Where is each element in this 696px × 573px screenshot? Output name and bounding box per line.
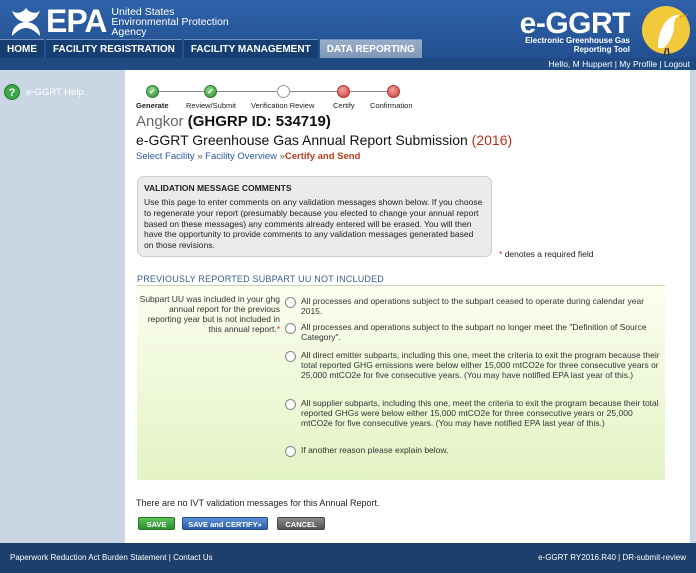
required-star: * xyxy=(499,249,503,259)
reason-radio[interactable] xyxy=(285,297,296,308)
save-and-certify-button[interactable]: SAVE and CERTIFY» xyxy=(182,517,268,530)
step-certify-circle-icon xyxy=(337,85,350,98)
my-profile-link[interactable]: My Profile xyxy=(619,59,657,69)
sidebar xyxy=(0,70,125,543)
help-label[interactable]: e-GGRT Help xyxy=(26,87,84,98)
tab-home[interactable]: HOME xyxy=(0,39,44,58)
step-confirmation-circle-icon xyxy=(387,85,400,98)
breadcrumb-select-facility[interactable]: Select Facility xyxy=(136,151,195,162)
reason-radio[interactable] xyxy=(285,323,296,334)
subpart-uu-question: Subpart UU was included in your ghg annu… xyxy=(137,294,280,334)
epa-flower-icon xyxy=(12,8,40,36)
right-border xyxy=(690,70,696,543)
breadcrumb-separator: » xyxy=(276,151,285,162)
reason-option[interactable]: All processes and operations subject to … xyxy=(285,296,666,316)
reason-radio[interactable] xyxy=(285,446,296,457)
contact-link[interactable]: Contact Us xyxy=(173,553,213,562)
step-connector xyxy=(290,91,337,92)
help-icon: ? xyxy=(4,84,20,100)
app-subtitle-line: Reporting Tool xyxy=(573,45,630,54)
breadcrumb-separator: » xyxy=(194,151,206,162)
required-field-note: * denotes a required field xyxy=(499,249,594,259)
paperwork-link[interactable]: Paperwork Reduction Act Burden Statement xyxy=(10,553,167,562)
reason-text: All supplier subparts, including this on… xyxy=(301,398,659,428)
required-star: * xyxy=(276,324,280,334)
epa-logo[interactable]: EPA United States Environmental Protecti… xyxy=(8,3,229,39)
step-connector xyxy=(350,91,387,92)
breadcrumb-facility-overview[interactable]: Facility Overview xyxy=(205,151,277,162)
agency-name: United States Environmental Protection A… xyxy=(111,7,228,38)
cancel-button[interactable]: CANCEL xyxy=(277,517,325,530)
step-label-generate: Generate xyxy=(136,101,169,110)
step-generate-check-icon: ✓ xyxy=(146,85,159,98)
breadcrumb-current: Certify and Send xyxy=(284,151,361,162)
required-text: denotes a required field xyxy=(504,249,594,259)
app-subtitle: Electronic Greenhouse Gas Reporting Tool xyxy=(525,36,630,54)
step-verification-circle-icon xyxy=(277,85,290,98)
footer-version: e-GGRT RY2016.R40 | DR-submit-review xyxy=(538,553,686,562)
page-title-text: e-GGRT Greenhouse Gas Annual Report Subm… xyxy=(136,132,468,148)
validation-heading: VALIDATION MESSAGE COMMENTS xyxy=(144,183,292,193)
step-label-certify: Certify xyxy=(333,101,355,110)
reason-text: If another reason please explain below. xyxy=(301,445,449,455)
facility-name: Angkor xyxy=(136,113,184,130)
validation-comments-box: VALIDATION MESSAGE COMMENTS Use this pag… xyxy=(137,176,492,257)
step-connector xyxy=(159,91,204,92)
footer-links: Paperwork Reduction Act Burden Statement… xyxy=(10,553,213,562)
facility-heading: Angkor (GHGRP ID: 534719) xyxy=(136,113,331,130)
reason-option[interactable]: If another reason please explain below. xyxy=(285,445,666,457)
agency-line: Agency xyxy=(111,26,147,38)
breadcrumb: Select Facility » Facility Overview »Cer… xyxy=(136,151,360,162)
facility-id: (GHGRP ID: 534719) xyxy=(187,113,331,130)
step-label-review: Review/Submit xyxy=(186,101,237,110)
environment-text: DR-submit-review xyxy=(622,553,686,562)
reason-option[interactable]: All supplier subparts, including this on… xyxy=(285,398,666,428)
divider: | xyxy=(657,59,664,69)
reason-option[interactable]: All processes and operations subject to … xyxy=(285,322,666,342)
save-button[interactable]: SAVE xyxy=(138,517,175,530)
validation-body: Use this page to enter comments on any v… xyxy=(144,197,483,251)
reason-radio[interactable] xyxy=(285,351,296,362)
reason-text: All processes and operations subject to … xyxy=(301,296,645,316)
tab-facility-management[interactable]: FACILITY MANAGEMENT xyxy=(183,39,318,58)
subpart-uu-heading: PREVIOUSLY REPORTED SUBPART UU NOT INCLU… xyxy=(137,274,384,284)
reason-radio[interactable] xyxy=(285,399,296,410)
page-title: e-GGRT Greenhouse Gas Annual Report Subm… xyxy=(136,132,512,148)
ivt-message: There are no IVT validation messages for… xyxy=(136,498,380,508)
egret-logo-icon xyxy=(642,6,690,56)
reason-option[interactable]: All direct emitter subparts, including t… xyxy=(285,350,666,380)
step-review-check-icon: ✓ xyxy=(204,85,217,98)
app-subtitle-line: Electronic Greenhouse Gas xyxy=(525,36,630,45)
sidebar-item-help[interactable]: ? e-GGRT Help xyxy=(4,84,84,100)
reason-text: All processes and operations subject to … xyxy=(301,322,647,342)
user-greeting: Hello, M Huppert xyxy=(548,59,613,69)
tab-facility-registration[interactable]: FACILITY REGISTRATION xyxy=(46,39,182,58)
step-label-confirmation: Confirmation xyxy=(370,101,413,110)
report-year: (2016) xyxy=(471,132,513,148)
version-text: e-GGRT RY2016.R40 xyxy=(538,553,616,562)
step-label-verification: Verification Review xyxy=(251,101,315,110)
epa-wordmark: EPA xyxy=(46,3,107,39)
main-nav: HOME FACILITY REGISTRATION FACILITY MANA… xyxy=(0,39,424,58)
reason-text: All direct emitter subparts, including t… xyxy=(301,350,660,380)
tab-data-reporting[interactable]: DATA REPORTING xyxy=(319,39,422,58)
logout-link[interactable]: Logout xyxy=(664,59,690,69)
question-text: Subpart UU was included in your ghg annu… xyxy=(139,294,280,334)
step-connector xyxy=(217,91,277,92)
user-links: Hello, M Huppert | My Profile | Logout xyxy=(549,59,690,69)
